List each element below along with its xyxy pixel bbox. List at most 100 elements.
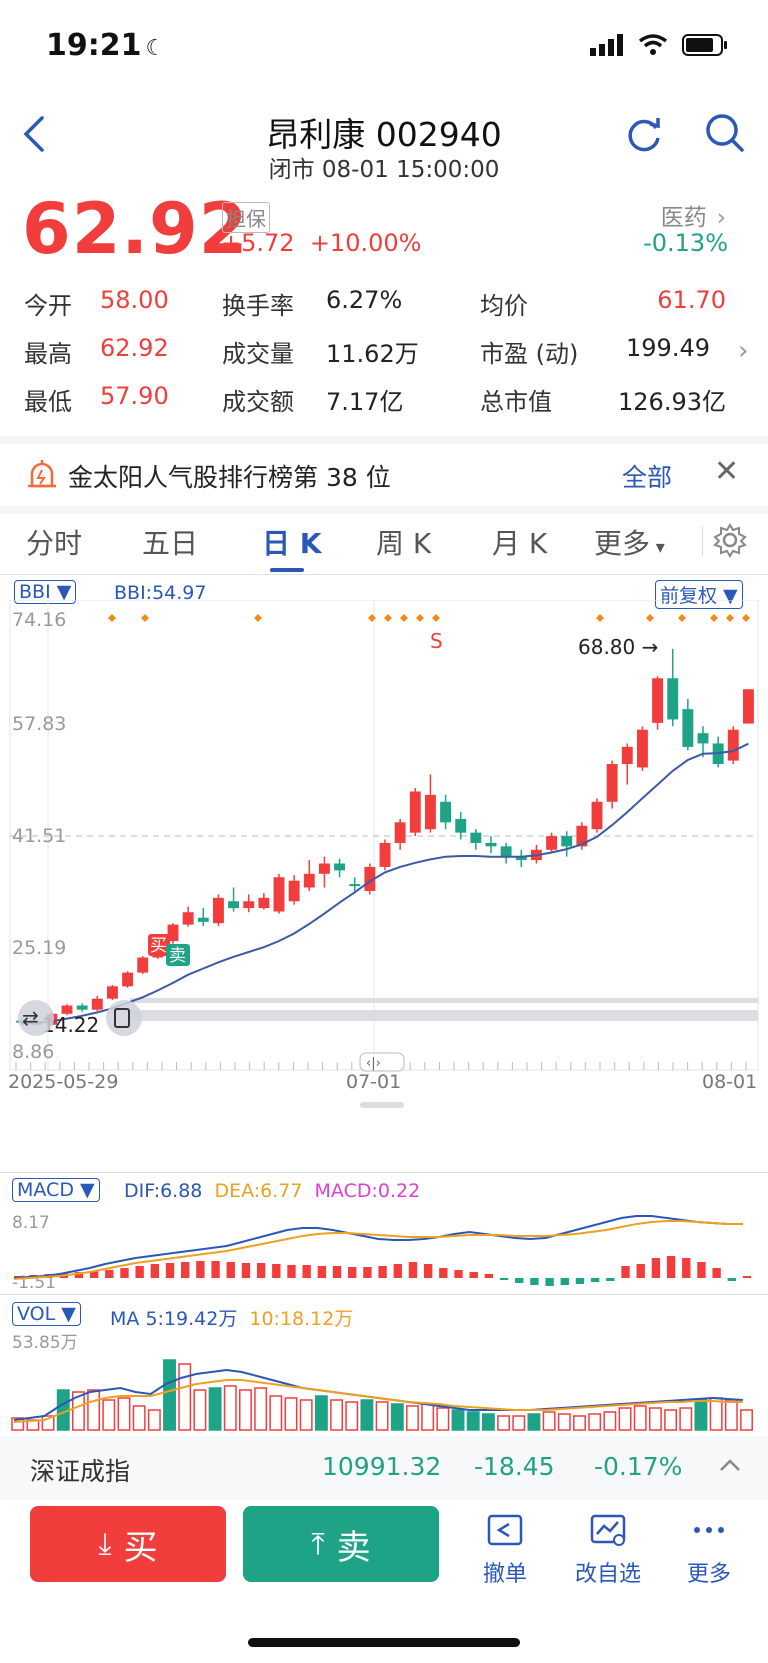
sector-change: -0.13% [643,229,728,257]
view-all-link[interactable]: 全部 [622,458,672,494]
volume-bar [451,1409,465,1431]
y-tick-label: 41.51 [12,825,66,847]
candle-body [303,873,315,888]
macd-y-tick: 8.17 [12,1213,50,1233]
macd-bar [621,1266,630,1278]
tab-3[interactable]: 周 K [376,522,431,562]
stat-value: 57.90 [100,382,169,410]
volume-bar [269,1395,283,1431]
macd-select[interactable]: MACD ▼ [12,1178,100,1202]
volume-bar [664,1409,678,1431]
volume-bar [573,1415,586,1431]
candle-body [621,746,633,765]
candle-body [137,957,149,973]
vol-y-tick: 53.85万 [12,1333,78,1353]
tab-5[interactable]: 更多 ▾ [594,522,665,562]
candle-body [440,801,452,823]
volume-bar [390,1403,404,1431]
macd-bar [697,1262,706,1278]
cancel-order-button[interactable]: 撤单 [460,1510,550,1588]
volume-bar [239,1389,252,1431]
candle-body [212,897,224,924]
macd-bar [150,1264,160,1278]
macd-chart[interactable]: 8.17-1.51 [0,1206,768,1290]
index-bar[interactable]: 深证成指 10991.32 -18.45 -0.17% [0,1436,768,1500]
divider [0,574,768,575]
stat-label: 市盈 (动) [480,340,579,368]
pe-chevron-icon[interactable]: › [738,336,748,366]
candle-body [500,846,512,857]
sell-marker-label: 卖 [169,946,186,966]
settings-gear-icon[interactable] [712,522,748,558]
more-dots-icon [694,1527,724,1533]
macd-bar [651,1258,661,1278]
volume-bar [117,1397,131,1431]
volume-bar [147,1409,161,1431]
volume-bar [588,1413,602,1431]
buy-button[interactable]: ⤓ 买 [30,1506,226,1582]
vol-select[interactable]: VOL ▼ [12,1302,81,1326]
volume-bar [497,1415,511,1431]
refresh-icon[interactable] [624,114,664,154]
x-tick-label: 2025-05-29 [8,1071,118,1093]
tab-1[interactable]: 五日 [142,522,198,562]
stat-label: 总市值 [480,388,552,416]
candle-body [243,901,255,909]
scroll-handle-icon: ‹|› [366,1056,381,1071]
macd-bar [636,1264,645,1278]
high-price-label: 68.80 → [578,635,658,659]
candle-body [561,836,573,847]
close-icon[interactable]: ✕ [714,454,739,489]
macd-bar [181,1262,190,1278]
last-price: 62.92 [22,188,249,270]
candle-body [409,791,421,833]
macd-bar [317,1266,327,1278]
volume-bar [406,1405,419,1431]
candle-body [182,912,194,925]
watchlist-chart-icon [590,1514,626,1546]
tab-4[interactable]: 月 K [492,522,547,562]
divider [0,436,768,444]
search-icon[interactable] [704,112,746,154]
signal-marker [646,614,654,622]
macd-bar [454,1270,463,1278]
macd-bar [682,1258,691,1278]
candle-body [273,877,285,912]
signal-marker [710,614,718,622]
edit-watchlist-button[interactable]: 改自选 [563,1510,653,1588]
volume-bar [193,1389,207,1431]
divider [702,526,703,556]
tab-0[interactable]: 分时 [26,522,82,562]
chevron-up-icon[interactable] [718,1456,742,1476]
volume-bar [102,1399,116,1431]
candle-body [485,842,497,847]
sell-button[interactable]: ⤒ 卖 [243,1506,439,1582]
y-tick-label: 8.86 [12,1041,54,1063]
volume-bar [709,1397,723,1431]
macd-bar [423,1264,433,1278]
stat-label: 换手率 [222,292,294,320]
signal-marker [108,614,116,622]
y-tick-label: 25.19 [12,937,66,959]
sector-link[interactable]: 医药 › [661,198,726,232]
macd-bar [241,1263,251,1278]
volume-bar [87,1389,101,1431]
macd-bar [378,1266,387,1278]
alarm-fire-icon [28,460,56,488]
volume-bar [223,1385,237,1431]
candle-body [455,818,467,833]
volume-bar [132,1405,146,1431]
divider [0,1172,768,1173]
divider [0,1294,768,1295]
stat-label: 今开 [24,292,72,320]
kline-chart[interactable]: 74.1657.8341.5125.198.86S 68.80 →14.22买 卖⇄… [0,600,768,1170]
stat-value: 11.62万 [326,340,419,368]
more-button[interactable]: 更多 [664,1510,754,1588]
ranking-banner[interactable]: 金太阳人气股排行榜第 38 位 全部 ✕ [0,444,768,506]
y-tick-label: 74.16 [12,609,66,631]
volume-bar [178,1363,192,1431]
volume-bar [740,1409,753,1431]
tab-2[interactable]: 日 K [262,522,321,562]
volume-chart[interactable]: 53.85万 [0,1330,768,1434]
candle-body [682,709,694,747]
